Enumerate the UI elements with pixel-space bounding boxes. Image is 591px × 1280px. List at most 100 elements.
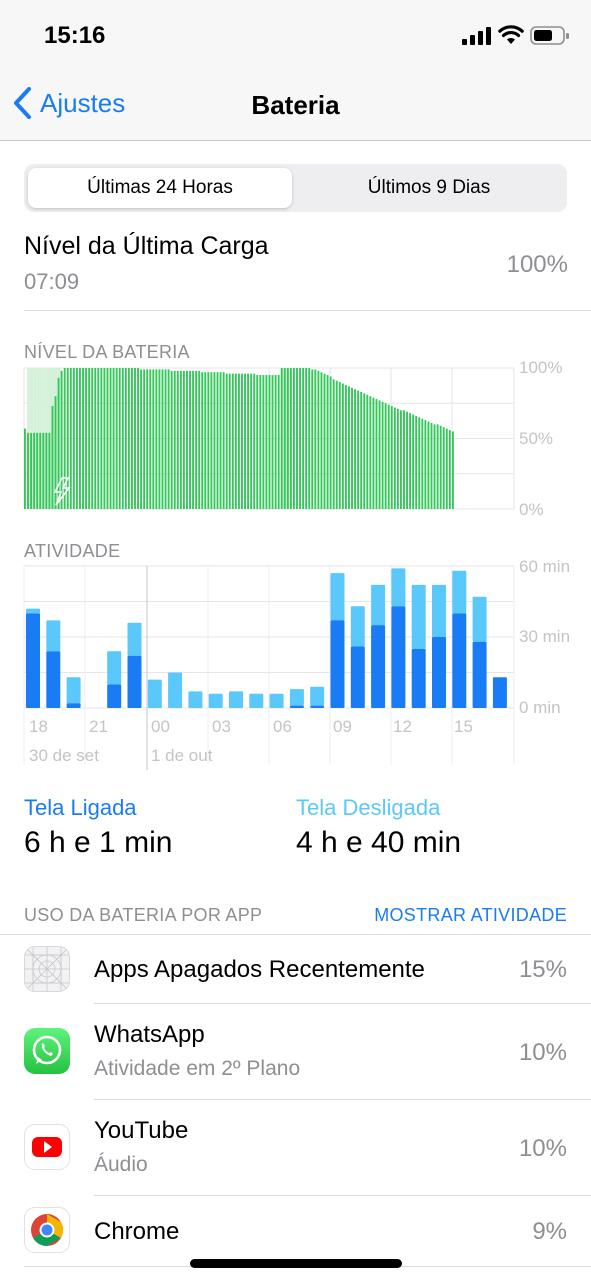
app-percentage: 10% xyxy=(518,1039,567,1066)
show-activity-button[interactable]: MOSTRAR ATIVIDADE xyxy=(300,905,567,926)
battery-bar xyxy=(112,368,115,509)
activity-header: ATIVIDADE xyxy=(24,541,121,561)
battery-bar xyxy=(412,414,415,509)
battery-bar xyxy=(182,370,185,509)
whatsapp-icon xyxy=(24,1028,70,1074)
app-name: Chrome xyxy=(94,1218,180,1245)
battery-bar xyxy=(207,372,210,509)
app-usage-header: USO DA BATERIA POR APP xyxy=(24,905,263,925)
battery-bar xyxy=(124,368,127,509)
activity-x-tick: 12 xyxy=(393,717,412,736)
battery-bar xyxy=(234,373,237,509)
battery-bar xyxy=(302,368,305,509)
battery-bar xyxy=(219,372,222,509)
activity-bar-screen-off xyxy=(46,620,61,652)
app-percentage: 9% xyxy=(532,1218,567,1245)
battery-bar xyxy=(33,432,36,509)
battery-bar xyxy=(323,373,326,509)
battery-bar xyxy=(421,418,424,509)
home-indicator[interactable] xyxy=(190,1259,402,1268)
activity-bar-screen-off xyxy=(26,608,40,614)
battery-bar xyxy=(369,396,372,509)
battery-bar xyxy=(204,372,207,509)
battery-bar xyxy=(85,368,88,509)
activity-bar-screen-off xyxy=(127,622,142,656)
battery-bar xyxy=(69,368,72,509)
battery-bar xyxy=(448,430,451,509)
battery-bar xyxy=(100,368,103,509)
activity-bar-screen-on xyxy=(46,651,61,708)
battery-bar xyxy=(390,406,393,509)
activity-bar-screen-on xyxy=(411,648,426,708)
battery-bar xyxy=(283,368,286,509)
battery-bar xyxy=(158,369,161,509)
activity-bar-screen-off xyxy=(147,679,162,709)
battery-bar xyxy=(146,369,149,509)
battery-bar xyxy=(268,375,271,509)
battery-bar xyxy=(314,369,317,509)
battery-bar xyxy=(94,368,97,509)
battery-bar xyxy=(393,407,396,509)
battery-bar xyxy=(189,370,191,509)
segment-last-9-days[interactable]: Últimos 9 Dias xyxy=(295,168,563,208)
battery-bar xyxy=(396,408,399,509)
battery-level-chart xyxy=(23,367,515,510)
battery-bar xyxy=(97,368,100,509)
battery-bar xyxy=(140,369,143,509)
battery-bar xyxy=(427,421,430,509)
battery-bar xyxy=(280,368,283,509)
battery-bar xyxy=(24,428,26,509)
activity-bar-screen-on xyxy=(371,625,386,708)
battery-bar xyxy=(244,373,246,509)
deleted-apps-icon xyxy=(24,946,70,992)
battery-bar xyxy=(231,373,234,509)
last-charge-value: 100% xyxy=(506,251,568,278)
battery-bar xyxy=(155,369,158,509)
battery-bar xyxy=(173,370,176,509)
youtube-icon xyxy=(24,1124,70,1170)
activity-bar-screen-off xyxy=(289,689,304,706)
activity-axis-label: 60 min xyxy=(519,557,571,576)
last-charge-label: Nível da Última Carga xyxy=(24,232,269,260)
battery-bar xyxy=(88,368,91,509)
battery-bar xyxy=(286,368,289,509)
activity-bar-screen-on xyxy=(127,655,142,708)
battery-bar xyxy=(103,368,106,509)
last-charge-time: 07:09 xyxy=(24,269,80,294)
activity-axis-label: 30 min xyxy=(519,627,571,646)
battery-bar xyxy=(250,373,253,509)
battery-bar xyxy=(130,368,133,509)
battery-bar xyxy=(259,375,262,509)
activity-bar-screen-on xyxy=(66,703,81,708)
segment-last-24-hours[interactable]: Últimas 24 Horas xyxy=(28,168,292,208)
battery-bar xyxy=(109,368,112,509)
battery-bar xyxy=(403,410,405,509)
battery-bar xyxy=(106,368,109,509)
battery-bar xyxy=(430,422,433,509)
app-percentage: 10% xyxy=(518,1135,567,1162)
activity-bar-screen-off xyxy=(330,573,345,621)
battery-bar xyxy=(127,368,130,509)
battery-bar xyxy=(216,372,219,509)
screen-on-value: 6 h e 1 min xyxy=(24,826,173,859)
activity-bar-screen-off xyxy=(269,693,284,709)
battery-bar xyxy=(415,415,418,509)
battery-bar xyxy=(72,368,75,509)
activity-date-label: 30 de set xyxy=(29,746,99,765)
battery-bar xyxy=(384,403,387,509)
battery-bar xyxy=(137,368,139,509)
battery-bar xyxy=(91,368,94,509)
battery-bar xyxy=(292,368,295,509)
divider xyxy=(24,310,591,311)
battery-bar xyxy=(195,370,198,509)
activity-bar-screen-off xyxy=(432,584,446,638)
activity-bar-screen-on xyxy=(107,684,122,708)
battery-bar xyxy=(409,413,412,509)
battery-bar xyxy=(192,370,195,509)
activity-x-tick: 15 xyxy=(454,717,473,736)
battery-bar xyxy=(348,386,350,509)
battery-bar xyxy=(198,370,201,509)
activity-chart xyxy=(23,565,515,770)
battery-bar xyxy=(308,368,311,509)
battery-bar xyxy=(305,368,308,509)
